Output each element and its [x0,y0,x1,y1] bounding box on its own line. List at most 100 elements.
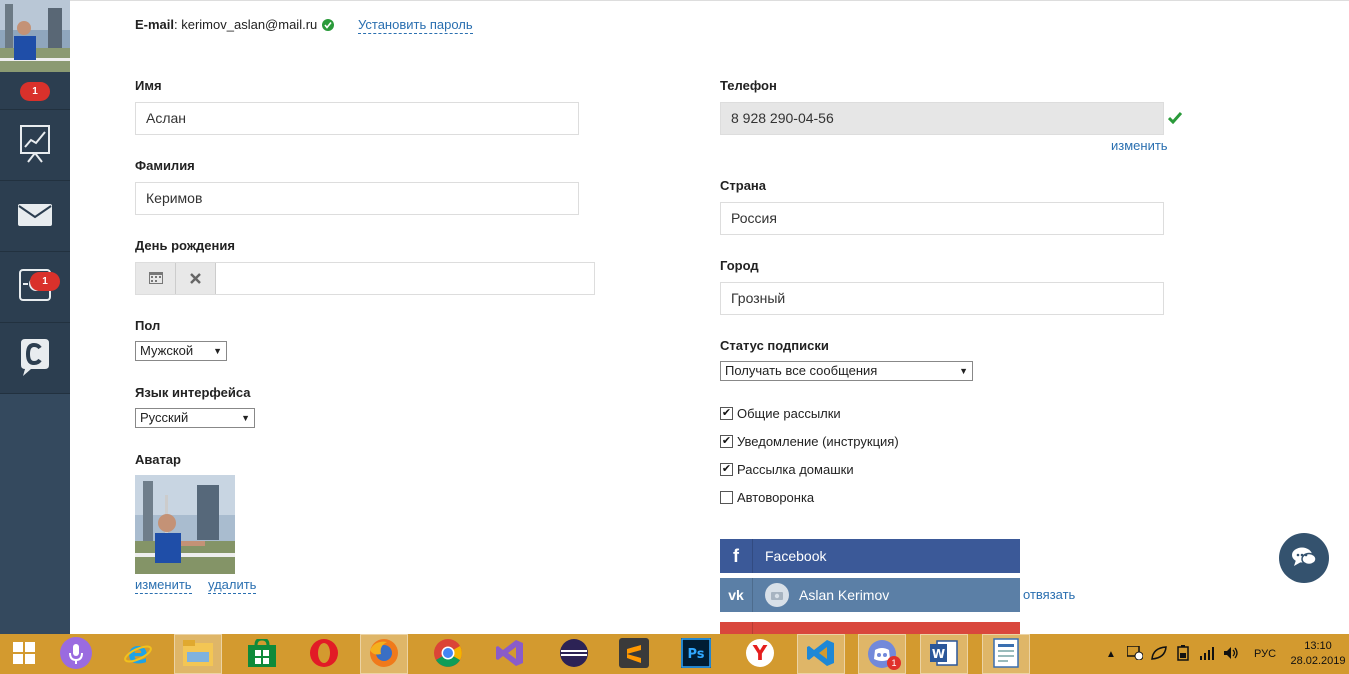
svg-text:Ps: Ps [687,647,704,662]
sublime-text-icon [619,637,649,671]
checkbox[interactable]: ✔ [720,407,733,420]
city-input[interactable]: Грозный [720,282,1164,315]
taskbar-discord[interactable]: 1 [858,634,906,674]
taskbar-file-explorer[interactable] [174,634,222,674]
cortana-button[interactable] [52,634,100,674]
check-circle-icon [322,18,335,31]
taskbar-yandex[interactable]: Y [736,634,784,674]
gender-select[interactable]: Мужской ▼ [135,341,227,361]
checkbox-general-mailing[interactable]: ✔ Общие рассылки [720,406,841,421]
set-password-link[interactable]: Установить пароль [358,17,473,34]
language-label: Язык интерфейса [135,385,251,400]
tray-app[interactable] [1148,634,1170,674]
birthday-input[interactable] [216,263,594,294]
taskbar-store[interactable] [238,634,286,674]
taskbar: e Ps Y 1 W ▲ РУС 13:10 28.02.2019 [0,634,1349,674]
subscription-select[interactable]: Получать все сообщения ▼ [720,361,973,381]
google-icon [720,622,753,634]
firefox-icon [369,638,399,671]
calendar-icon [148,271,163,287]
document-viewer-icon [992,637,1020,671]
internet-explorer-icon: e [123,636,153,671]
support-chat-button[interactable] [1279,533,1329,583]
calendar-button[interactable] [136,263,176,294]
folder-icon [183,639,213,669]
network-warning-icon [1126,644,1144,663]
sidebar-profile[interactable]: 1 [0,0,70,110]
taskbar-opera[interactable] [300,634,348,674]
taskbar-sublime-text[interactable] [610,634,658,674]
tray-wifi[interactable] [1196,634,1218,674]
phone-change-link[interactable]: изменить [1111,138,1168,154]
windows-icon [13,641,35,667]
checkbox-homework-mailing[interactable]: ✔ Рассылка домашки [720,462,854,477]
country-label: Страна [720,178,767,193]
start-button[interactable] [0,634,48,674]
sidebar-item-chat[interactable] [0,323,70,394]
checkbox[interactable]: ✔ [720,463,733,476]
tray-battery[interactable] [1172,634,1194,674]
sidebar: 1 1 [0,0,70,634]
sidebar-item-messages[interactable] [0,181,70,252]
avatar[interactable] [0,0,70,72]
checkbox-notification[interactable]: ✔ Уведомление (инструкция) [720,434,899,449]
avatar-label: Аватар [135,452,181,467]
subscription-label: Статус подписки [720,338,829,353]
taskbar-visual-studio[interactable] [486,634,534,674]
close-icon [190,271,201,287]
avatar-delete-link[interactable]: удалить [208,577,257,594]
avatar-image [135,475,235,574]
tray-clock[interactable]: 13:10 28.02.2019 [1288,634,1348,674]
checkbox-autofunnel[interactable]: Автоворонка [720,490,814,505]
last-name-label: Фамилия [135,158,195,173]
first-name-input[interactable]: Аслан [135,102,579,135]
vscode-icon [806,638,836,671]
battery-icon [1177,644,1189,664]
first-name-label: Имя [135,78,162,93]
tray-network-warning[interactable] [1124,634,1146,674]
taskbar-vscode[interactable] [797,634,845,674]
taskbar-firefox[interactable] [360,634,408,674]
vk-unlink-link[interactable]: отвязать [1023,587,1075,603]
notification-badge: 1 [20,82,50,101]
language-select[interactable]: Русский ▼ [135,408,255,428]
leaf-icon [1151,645,1167,663]
checkbox-label: Общие рассылки [737,406,841,421]
discord-badge: 1 [887,656,901,670]
eclipse-icon [559,638,589,671]
birthday-label: День рождения [135,238,235,253]
signal-icon [1199,646,1215,663]
city-label: Город [720,258,759,273]
last-name-input[interactable]: Керимов [135,182,579,215]
tray-language[interactable]: РУС [1246,634,1284,674]
avatar-change-link[interactable]: изменить [135,577,192,594]
photoshop-icon: Ps [681,637,711,671]
vk-label: Aslan Kerimov [799,587,890,603]
chrome-icon [433,638,463,671]
email-row: E-mail : kerimov_aslan@mail.ru [135,17,335,32]
clear-date-button[interactable] [176,263,216,294]
yandex-browser-icon: Y [745,638,775,671]
tray-volume[interactable] [1220,634,1242,674]
tray-expand-button[interactable]: ▲ [1102,634,1120,674]
checkbox[interactable] [720,491,733,504]
taskbar-chrome[interactable] [424,634,472,674]
taskbar-word[interactable]: W [920,634,968,674]
checkbox[interactable]: ✔ [720,435,733,448]
google-button[interactable] [720,622,1020,634]
facebook-button[interactable]: f Facebook [720,539,1020,573]
phone-input[interactable]: 8 928 290-04-56 [720,102,1164,135]
checkbox-label: Автоворонка [737,490,815,505]
taskbar-photoshop[interactable]: Ps [672,634,720,674]
taskbar-reader[interactable] [982,634,1030,674]
sidebar-item-settings[interactable]: 1 [0,252,70,323]
country-input[interactable]: Россия [720,202,1164,235]
envelope-icon [18,203,52,229]
chat-logo-icon [17,337,53,380]
taskbar-eclipse[interactable] [550,634,598,674]
microphone-icon [60,636,92,672]
sidebar-item-statistics[interactable] [0,110,70,181]
vk-button[interactable]: vk Aslan Kerimov [720,578,1020,612]
taskbar-internet-explorer[interactable]: e [114,634,162,674]
phone-label: Телефон [720,78,777,93]
